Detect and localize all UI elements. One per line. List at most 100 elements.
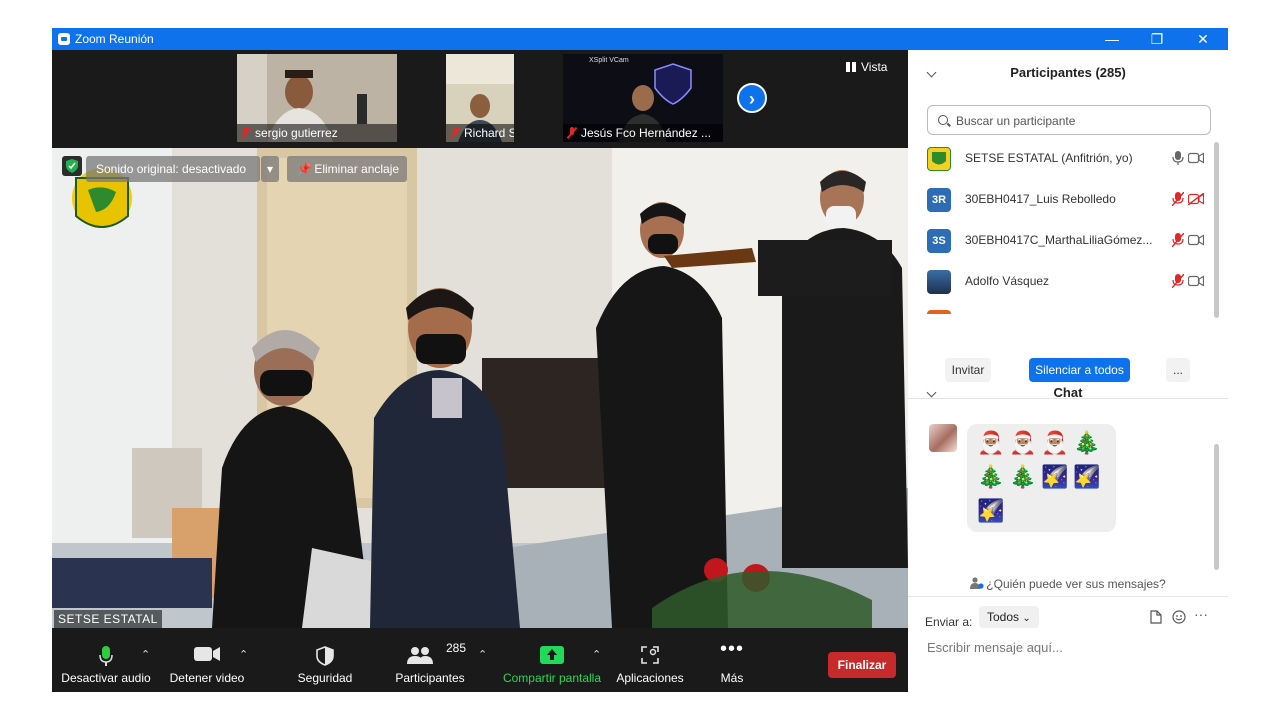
christmas-tree-emoji: 🎄 xyxy=(1073,430,1101,455)
microphone-icon[interactable] xyxy=(1172,151,1184,165)
view-button[interactable]: Vista xyxy=(846,60,887,74)
original-sound-dropdown-chevron-down-icon[interactable]: ▾ xyxy=(261,156,279,182)
chat-message-input[interactable] xyxy=(925,636,1219,658)
participant-avatar xyxy=(927,270,951,294)
participants-options-chevron-up-icon[interactable]: ⌃ xyxy=(478,648,487,661)
participant-name: Adolfo Vásquez xyxy=(965,274,1050,288)
mute-audio-label: Desactivar audio xyxy=(61,671,151,685)
participant-name: 30EBH0417_Luis Rebolledo xyxy=(965,192,1116,206)
participant-thumbnail[interactable]: XSplit VCam Jesús Fco Hernández ... xyxy=(563,54,723,142)
zoom-app-icon xyxy=(58,33,70,45)
share-screen-button[interactable]: Compartir pantalla xyxy=(500,628,604,692)
participant-row[interactable]: Adolfo Vásquez xyxy=(908,262,1218,302)
security-button[interactable]: Seguridad xyxy=(288,628,362,692)
video-camera-icon[interactable] xyxy=(1188,275,1204,287)
shield-icon xyxy=(316,646,334,666)
more-button[interactable]: ••• Más xyxy=(702,628,762,692)
security-label: Seguridad xyxy=(297,671,353,685)
audio-options-chevron-up-icon[interactable]: ⌃ xyxy=(141,648,150,661)
mute-audio-button[interactable]: Desactivar audio xyxy=(58,628,154,692)
participant-name: Richard Santos Pereyra xyxy=(464,126,514,140)
chat-more-icon[interactable]: ··· xyxy=(1194,606,1208,622)
unpin-label: Eliminar anclaje xyxy=(314,162,400,176)
participant-name: Jesús Fco Hernández ... xyxy=(581,126,712,140)
next-page-arrow-icon[interactable]: › xyxy=(737,83,767,113)
participants-count-badge: 285 xyxy=(446,641,467,655)
xsplit-watermark: XSplit VCam xyxy=(589,57,629,64)
who-can-see-link[interactable]: ¿Quién puede ver sus mensajes? xyxy=(908,577,1228,591)
emoji-icon[interactable] xyxy=(1172,610,1186,624)
participant-row[interactable]: 3S 30EBH0417C_MarthaLiliaGómez... xyxy=(908,221,1218,261)
restore-button[interactable]: ❐ xyxy=(1134,28,1180,50)
participant-name: sergio gutierrez xyxy=(255,126,338,140)
video-camera-icon xyxy=(194,647,220,661)
chat-sender-avatar xyxy=(929,424,957,452)
participants-scrollbar[interactable] xyxy=(1214,142,1219,318)
participants-title: Participantes (285) xyxy=(1010,65,1126,80)
chat-scrollbar[interactable] xyxy=(1214,444,1219,570)
apps-label: Aplicaciones xyxy=(616,671,684,685)
chat-header: Chat xyxy=(908,379,1228,407)
chat-message: 🎅🏽 🎅🏽 🎅🏽 🎄 🎄 🎄 🌠 🌠 🌠 xyxy=(967,424,1116,532)
meeting-toolbar: Desactivar audio ⌃ Detener video ⌃ Segur… xyxy=(52,628,908,692)
microphone-muted-icon xyxy=(567,127,577,139)
window-title: Zoom Reunión xyxy=(75,32,154,46)
shooting-star-emoji: 🌠 xyxy=(1041,464,1069,489)
participant-search[interactable] xyxy=(927,105,1211,135)
search-icon xyxy=(938,115,948,125)
original-sound-button[interactable]: Sonido original: desactivado xyxy=(86,156,260,182)
participant-thumbnail[interactable]: sergio gutierrez xyxy=(237,54,397,142)
grid-view-icon xyxy=(846,62,856,72)
title-bar: Zoom Reunión — ❐ ✕ xyxy=(52,28,1228,50)
share-options-chevron-up-icon[interactable]: ⌃ xyxy=(592,648,601,661)
santa-emoji: 🎅🏽 xyxy=(1009,430,1037,455)
participant-row[interactable]: 3R 30EBH0417_Luis Rebolledo xyxy=(908,180,1218,220)
speaker-name-label: SETSE ESTATAL xyxy=(54,610,162,628)
send-to-dropdown[interactable]: Todos ⌄ xyxy=(979,606,1039,628)
participants-label: Participantes xyxy=(395,671,465,685)
shooting-star-emoji: 🌠 xyxy=(1073,464,1101,489)
unpin-button[interactable]: 📌 Eliminar anclaje xyxy=(287,156,407,182)
more-label: Más xyxy=(720,671,744,685)
video-camera-off-icon[interactable] xyxy=(1188,193,1204,205)
view-label: Vista xyxy=(861,60,888,74)
pin-icon: 📌 xyxy=(297,162,312,176)
video-camera-icon[interactable] xyxy=(1188,234,1204,246)
minimize-button[interactable]: — xyxy=(1089,28,1135,50)
microphone-muted-icon[interactable] xyxy=(1172,192,1184,206)
more-dots-icon: ••• xyxy=(719,638,745,660)
gallery-strip: sergio gutierrez Richard Santos Pereyra xyxy=(52,50,908,146)
participants-button[interactable]: 285 Participantes xyxy=(390,628,470,692)
file-icon[interactable] xyxy=(1150,610,1162,624)
participant-name: SETSE ESTATAL (Anfitrión, yo) xyxy=(965,151,1133,165)
encryption-shield-icon xyxy=(62,156,82,176)
main-video: Sonido original: desactivado ▾ 📌 Elimina… xyxy=(52,148,908,628)
send-to-value: Todos xyxy=(987,610,1020,624)
close-button[interactable]: ✕ xyxy=(1180,28,1226,50)
participant-search-input[interactable] xyxy=(954,112,1208,130)
participant-thumbnail[interactable]: Richard Santos Pereyra xyxy=(446,54,514,142)
send-to-label: Enviar a: xyxy=(925,615,973,629)
apps-button[interactable]: Aplicaciones xyxy=(612,628,688,692)
collapse-chevron-down-icon[interactable] xyxy=(926,387,937,398)
participant-avatar: 3S xyxy=(927,229,951,253)
christmas-tree-emoji: 🎄 xyxy=(1009,464,1037,489)
collapse-chevron-down-icon[interactable] xyxy=(926,67,937,78)
partial-participant-avatar xyxy=(927,310,951,314)
santa-emoji: 🎅🏽 xyxy=(1041,430,1069,455)
video-options-chevron-up-icon[interactable]: ⌃ xyxy=(239,648,248,661)
microphone-muted-icon[interactable] xyxy=(1172,233,1184,247)
participant-name: 30EBH0417C_MarthaLiliaGómez... xyxy=(965,233,1153,247)
santa-emoji: 🎅🏽 xyxy=(977,430,1005,455)
participant-avatar xyxy=(927,147,951,171)
shooting-star-emoji: 🌠 xyxy=(977,498,1005,523)
video-camera-icon[interactable] xyxy=(1188,152,1204,164)
who-can-see-label: ¿Quién puede ver sus mensajes? xyxy=(986,577,1166,591)
participants-header: Participantes (285) xyxy=(908,59,1228,87)
microphone-muted-icon[interactable] xyxy=(1172,274,1184,288)
stop-video-label: Detener video xyxy=(169,671,245,685)
participant-row[interactable]: SETSE ESTATAL (Anfitrión, yo) xyxy=(908,139,1218,179)
setse-logo-icon xyxy=(932,152,946,165)
video-panel: sergio gutierrez Richard Santos Pereyra xyxy=(52,50,908,692)
end-meeting-button[interactable]: Finalizar xyxy=(828,652,896,678)
